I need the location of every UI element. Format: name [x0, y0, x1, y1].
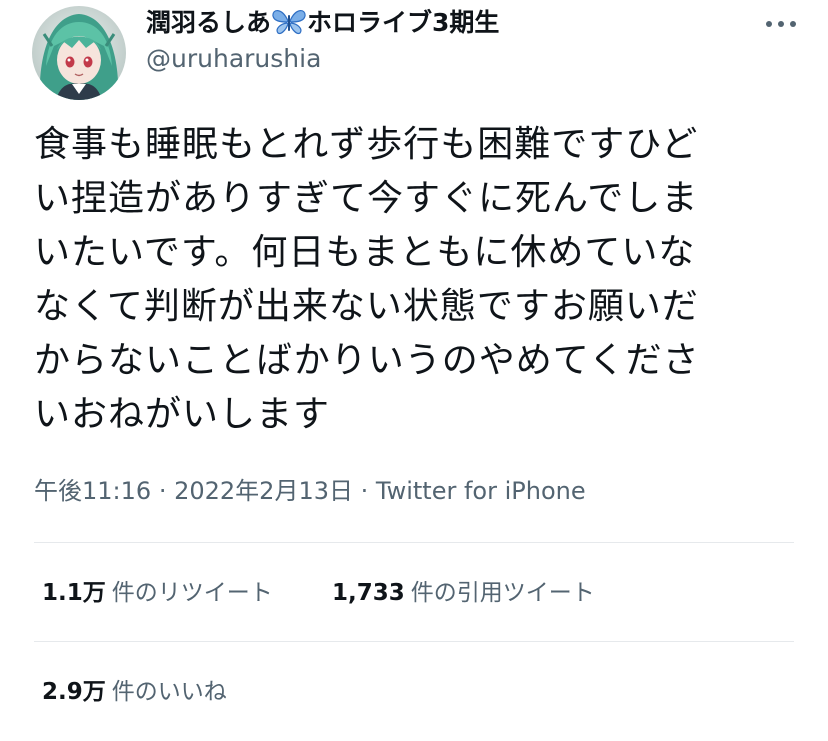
more-dot-icon	[790, 21, 796, 27]
likes-count: 2.9万	[42, 679, 106, 705]
quotes-count: 1,733	[332, 580, 405, 606]
user-handle[interactable]: @uruharushia	[146, 44, 321, 74]
likes-label: 件のいいね	[111, 679, 227, 705]
quotes-stat[interactable]: 1,733 件の引用ツイート	[332, 578, 595, 608]
tweet-source-link[interactable]: Twitter for iPhone	[376, 477, 586, 505]
tweet-text-line: からないことばかりいうのやめてくださ	[34, 340, 700, 381]
meta-separator: ·	[360, 477, 369, 505]
tweet-text-line: なくて判断が出来ない状態ですお願いだ	[34, 286, 699, 327]
tweet-text-line: いおねがいします	[34, 394, 331, 435]
display-name-text: 潤羽るしあ	[146, 8, 272, 37]
tweet-metadata: 午後11:16 · 2022年2月13日 · Twitter for iPhon…	[34, 474, 586, 508]
tweet-text: 食事も睡眠もとれず歩行も困難ですひど い捏造がありすぎて今すぐに死んでしま いた…	[34, 118, 794, 442]
retweets-label: 件のリツイート	[111, 580, 273, 606]
divider	[34, 542, 794, 543]
retweets-count: 1.1万	[42, 580, 106, 606]
display-name-suffix: ホロライブ3期生	[307, 8, 500, 37]
tweet-text-line: いたいです。何日もまともに休めていな	[34, 232, 696, 273]
meta-separator: ·	[158, 477, 167, 505]
avatar[interactable]	[32, 6, 126, 100]
tweet-text-line: い捏造がありすぎて今すぐに死んでしま	[34, 178, 699, 219]
divider	[34, 641, 794, 642]
tweet-date[interactable]: 2022年2月13日	[174, 477, 353, 505]
retweets-stat[interactable]: 1.1万 件のリツイート	[42, 578, 273, 608]
butterfly-icon	[272, 9, 306, 35]
display-name[interactable]: 潤羽るしあ ホロライブ3期生	[146, 8, 499, 38]
likes-stat[interactable]: 2.9万 件のいいね	[42, 677, 227, 707]
more-options-button[interactable]	[758, 8, 804, 38]
more-dot-icon	[766, 21, 772, 27]
tweet-detail: 潤羽るしあ ホロライブ3期生 @uruharushia 食事も睡眠もとれず歩行も…	[0, 0, 828, 741]
more-dot-icon	[778, 21, 784, 27]
quotes-label: 件の引用ツイート	[410, 580, 595, 606]
tweet-time[interactable]: 午後11:16	[34, 477, 151, 505]
tweet-text-line: 食事も睡眠もとれず歩行も困難ですひど	[34, 124, 699, 165]
